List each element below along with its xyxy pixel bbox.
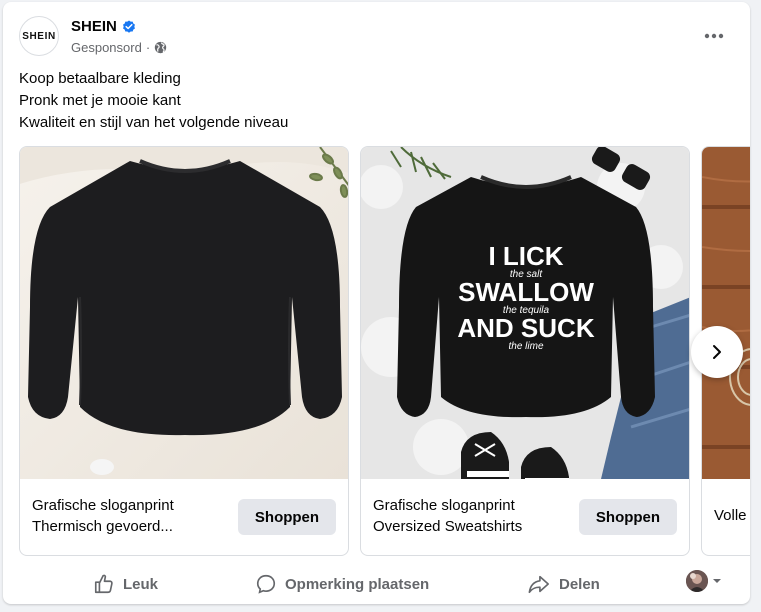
product-image-slogan-sweatshirt[interactable]: I LICK the salt SWALLOW the tequila AND … [361,147,689,479]
carousel-next-button[interactable] [691,326,743,378]
page-name-label[interactable]: SHEIN [71,18,117,35]
product-title[interactable]: Grafische sloganprint Thermisch gevoerd.… [32,495,232,537]
product-image-plain-black-sweatshirt[interactable] [20,147,348,479]
react-as-selector[interactable] [686,570,722,592]
thumbs-up-icon [94,574,113,594]
user-avatar [686,570,708,592]
sponsored-post: SHEIN SHEIN Gesponsord · Koop betaalbare… [3,2,750,604]
print-line-1: I LICK [488,241,563,271]
caret-down-icon [713,579,721,583]
more-options-button[interactable] [698,20,730,52]
chevron-right-icon [713,345,721,359]
product-title-line: Oversized Sweatshirts [373,518,523,535]
like-button[interactable]: Leuk [93,568,158,600]
sponsored-label[interactable]: Gesponsord [71,40,142,55]
post-text: Koop betaalbare kleding Pronk met je moo… [19,68,288,134]
print-line-5: AND SUCK [457,313,594,343]
product-image-partial[interactable] [702,147,750,479]
product-carousel: Grafische sloganprint Thermisch gevoerd.… [19,146,750,561]
product-title[interactable]: Volle [714,495,750,526]
product-title-line: Grafische sloganprint [32,497,174,514]
product-card-footer: Volle [702,479,750,555]
avatar-logo-text: SHEIN [22,30,56,42]
comment-label: Opmerking plaatsen [285,575,430,593]
verified-badge-icon [122,19,135,33]
comment-bubble-icon [256,574,276,594]
page-name[interactable]: SHEIN [71,18,136,35]
slogan-sweatshirt-illustration: I LICK the salt SWALLOW the tequila AND … [361,147,689,479]
shop-now-button[interactable]: Shoppen [579,499,677,535]
like-label: Leuk [123,575,159,593]
post-header: SHEIN SHEIN Gesponsord · [19,14,734,60]
product-title[interactable]: Grafische sloganprint Oversized Sweatshi… [373,495,573,537]
print-line-3: SWALLOW [458,277,594,307]
product-card[interactable]: Grafische sloganprint Thermisch gevoerd.… [19,146,349,556]
share-arrow-icon [528,575,549,594]
product-title-line: Grafische sloganprint [373,497,515,514]
globe-icon [154,41,167,54]
meta-separator: · [145,40,151,55]
more-dots-icon [704,33,724,39]
shop-now-button[interactable]: Shoppen [238,499,336,535]
post-action-bar: Leuk Opmerking plaatsen Delen [3,564,750,604]
product-title-line: Thermisch gevoerd... [32,518,173,535]
post-text-line: Pronk met je mooie kant [19,92,181,109]
page-avatar[interactable]: SHEIN [19,16,59,56]
comment-button[interactable]: Opmerking plaatsen [255,568,429,600]
print-line-6: the lime [508,341,543,352]
post-text-line: Koop betaalbare kleding [19,70,181,87]
post-text-line: Kwaliteit en stijl van het volgende nive… [19,114,289,131]
share-label: Delen [559,575,600,593]
sweatshirt-illustration [20,147,348,479]
product-card-footer: Grafische sloganprint Oversized Sweatshi… [361,479,689,555]
product-card-footer: Grafische sloganprint Thermisch gevoerd.… [20,479,348,555]
wood-background-illustration [702,147,750,479]
product-title-line: Volle [714,507,747,524]
product-card[interactable]: I LICK the salt SWALLOW the tequila AND … [360,146,690,556]
post-meta: Gesponsord · [71,40,167,55]
share-button[interactable]: Delen [527,568,600,600]
